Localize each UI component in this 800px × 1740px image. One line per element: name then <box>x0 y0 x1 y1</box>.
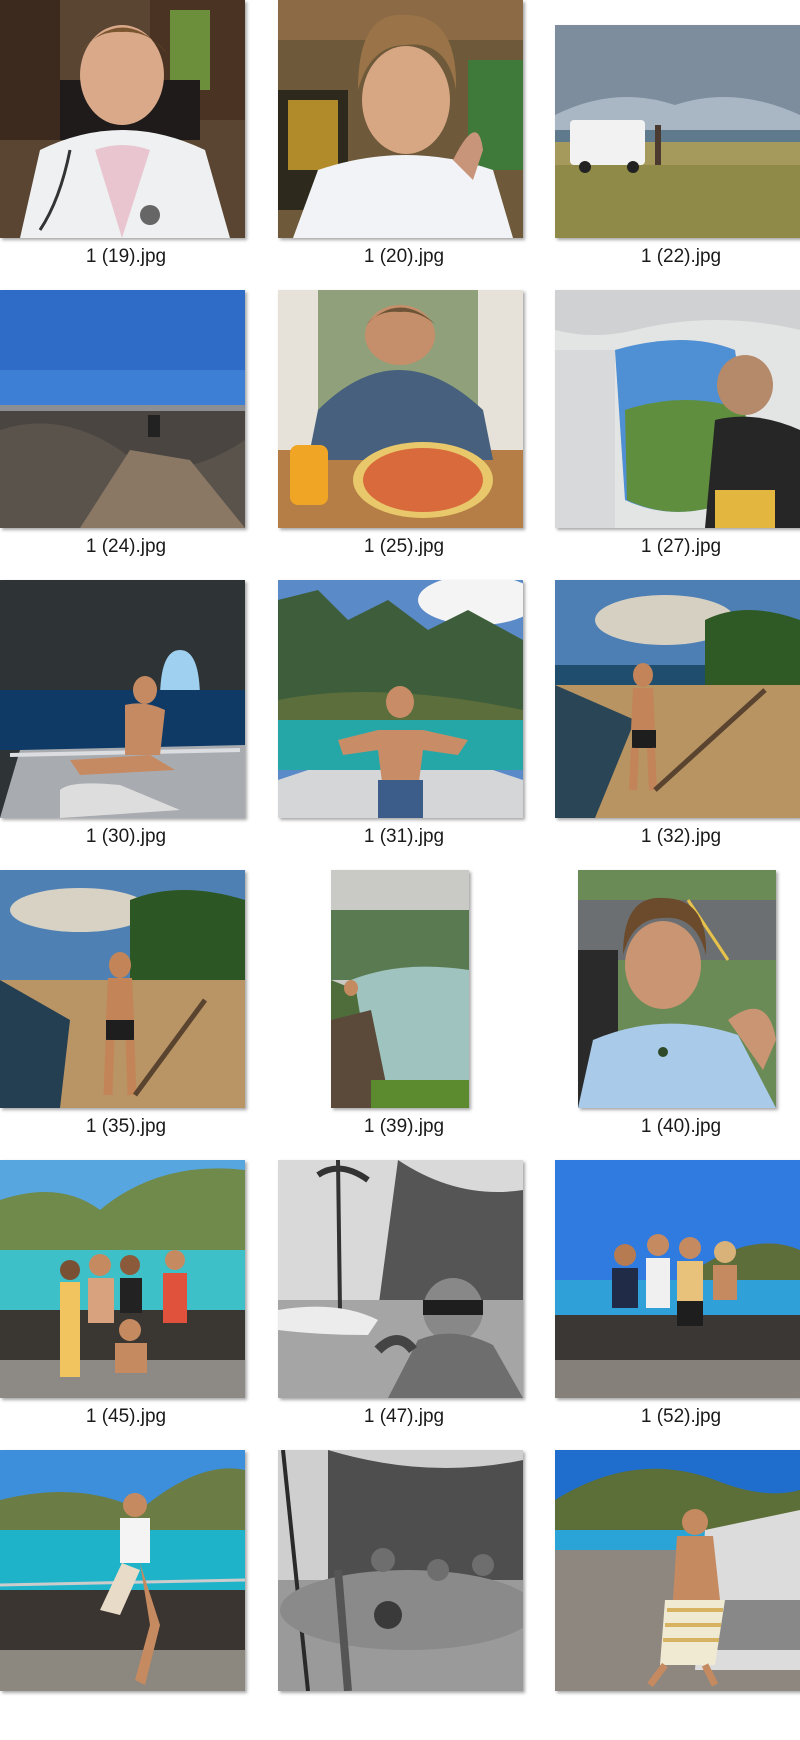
file-item[interactable]: 1 (47).jpg <box>278 1160 554 1450</box>
file-name-label: 1 (30).jpg <box>85 826 167 847</box>
file-item[interactable]: 1 (39).jpg <box>278 870 554 1160</box>
file-name-label: 1 (31).jpg <box>363 826 445 847</box>
image-thumbnail-icon <box>278 580 523 818</box>
image-thumbnail-icon <box>0 0 245 238</box>
file-name-label: 1 (19).jpg <box>85 246 167 267</box>
file-item[interactable]: 1 (31).jpg <box>278 580 554 870</box>
image-thumbnail-icon <box>278 0 523 238</box>
image-thumbnail-icon <box>278 1450 523 1691</box>
image-thumbnail-icon <box>555 290 800 528</box>
file-name-label: 1 (45).jpg <box>85 1406 167 1427</box>
image-thumbnail-icon <box>278 1160 523 1398</box>
image-thumbnail-icon <box>0 870 245 1108</box>
image-thumbnail-icon <box>555 1450 800 1691</box>
file-item[interactable] <box>278 1450 554 1740</box>
image-thumbnail-icon <box>0 580 245 818</box>
file-item[interactable]: 1 (32).jpg <box>555 580 800 870</box>
file-thumbnail-grid: 1 (19).jpg 1 (20).jpg 1 (22).jpg 1 (24).… <box>0 0 800 1691</box>
image-thumbnail-icon <box>0 1450 245 1691</box>
file-item[interactable] <box>0 1450 276 1740</box>
file-item[interactable]: 1 (52).jpg <box>555 1160 800 1450</box>
file-name-label: 1 (20).jpg <box>363 246 445 267</box>
file-item[interactable]: 1 (19).jpg <box>0 0 276 290</box>
file-name-label: 1 (40).jpg <box>640 1116 722 1137</box>
image-thumbnail-icon <box>555 580 800 818</box>
file-name-label: 1 (35).jpg <box>85 1116 167 1137</box>
file-item[interactable]: 1 (35).jpg <box>0 870 276 1160</box>
file-item[interactable]: 1 (20).jpg <box>278 0 554 290</box>
file-item[interactable]: 1 (22).jpg <box>555 0 800 290</box>
file-item[interactable]: 1 (25).jpg <box>278 290 554 580</box>
image-thumbnail-icon <box>578 870 776 1108</box>
file-name-label: 1 (22).jpg <box>640 246 722 267</box>
file-item[interactable]: 1 (30).jpg <box>0 580 276 870</box>
file-name-label: 1 (32).jpg <box>640 826 722 847</box>
file-name-label: 1 (24).jpg <box>85 536 167 557</box>
file-item[interactable]: 1 (24).jpg <box>0 290 276 580</box>
image-thumbnail-icon <box>555 25 800 238</box>
file-item[interactable]: 1 (27).jpg <box>555 290 800 580</box>
image-thumbnail-icon <box>0 1160 245 1398</box>
file-item[interactable]: 1 (45).jpg <box>0 1160 276 1450</box>
file-item[interactable] <box>555 1450 800 1740</box>
file-name-label: 1 (27).jpg <box>640 536 722 557</box>
file-item[interactable]: 1 (40).jpg <box>555 870 800 1160</box>
image-thumbnail-icon <box>278 290 523 528</box>
image-thumbnail-icon <box>331 870 469 1108</box>
image-thumbnail-icon <box>555 1160 800 1398</box>
file-name-label: 1 (47).jpg <box>363 1406 445 1427</box>
file-name-label: 1 (39).jpg <box>363 1116 445 1137</box>
file-name-label: 1 (25).jpg <box>363 536 445 557</box>
image-thumbnail-icon <box>0 290 245 528</box>
file-name-label: 1 (52).jpg <box>640 1406 722 1427</box>
